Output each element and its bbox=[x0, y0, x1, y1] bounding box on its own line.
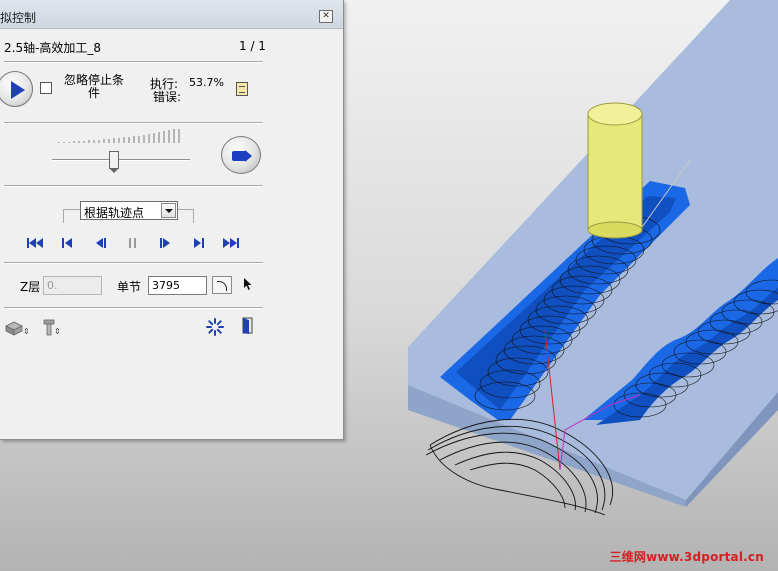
simulation-control-panel: 拟控制 ✕ 2.5轴-高效加工_8 1 / 1 忽略停止条件 执行: 53.7%… bbox=[0, 0, 344, 440]
step-field[interactable]: 3795 bbox=[148, 276, 207, 295]
exit-door-icon[interactable] bbox=[240, 317, 256, 335]
step-forward-icon bbox=[194, 238, 204, 248]
forward-play-icon bbox=[160, 238, 170, 248]
cursor-arrow-icon[interactable] bbox=[243, 277, 253, 291]
video-camera-icon bbox=[232, 151, 246, 161]
speed-slider-thumb[interactable] bbox=[109, 151, 120, 173]
step-forward-button[interactable] bbox=[190, 235, 208, 251]
speed-slider-track[interactable] bbox=[52, 159, 190, 161]
watermark: 三维网www.3dportal.cn bbox=[609, 550, 764, 564]
reverse-play-icon bbox=[96, 238, 106, 248]
svg-text:⇕: ⇕ bbox=[54, 327, 61, 336]
go-end-icon bbox=[223, 238, 239, 248]
chevron-down-icon[interactable] bbox=[161, 203, 176, 218]
pause-button[interactable] bbox=[124, 235, 142, 251]
z-layer-label: Z层 bbox=[20, 280, 41, 294]
loading-spinner-icon[interactable] bbox=[205, 317, 225, 337]
page-indicator: 1 / 1 bbox=[239, 39, 266, 53]
panel-title: 拟控制 bbox=[0, 11, 37, 25]
go-end-button[interactable] bbox=[222, 235, 240, 251]
playback-controls bbox=[26, 235, 246, 251]
error-label: 错误: bbox=[153, 90, 182, 104]
cutting-tool bbox=[587, 102, 643, 239]
divider bbox=[4, 262, 263, 264]
report-icon[interactable] bbox=[236, 82, 248, 96]
mode-select-value: 根据轨迹点 bbox=[84, 206, 145, 220]
divider bbox=[4, 122, 263, 124]
forward-play-button[interactable] bbox=[157, 235, 175, 251]
ignore-stop-checkbox[interactable] bbox=[40, 82, 52, 94]
job-name: 2.5轴-高效加工_8 bbox=[4, 41, 102, 55]
reverse-play-button[interactable] bbox=[91, 235, 109, 251]
play-icon bbox=[11, 81, 25, 99]
ignore-stop-label: 忽略停止条件 bbox=[63, 73, 124, 100]
divider bbox=[4, 307, 263, 309]
record-video-button[interactable] bbox=[221, 136, 261, 174]
tool-swap-icon[interactable]: ⇕ bbox=[42, 319, 64, 337]
divider bbox=[4, 61, 263, 63]
pause-icon bbox=[129, 238, 136, 248]
svg-text:⇕: ⇕ bbox=[23, 327, 30, 336]
speed-scale bbox=[58, 129, 180, 143]
step-mode-button[interactable] bbox=[212, 276, 232, 294]
panel-titlebar[interactable]: 拟控制 ✕ bbox=[0, 0, 343, 29]
mode-select[interactable]: 根据轨迹点 bbox=[80, 201, 178, 220]
execute-value: 53.7% bbox=[189, 76, 224, 89]
divider bbox=[4, 185, 263, 187]
stock-swap-icon[interactable]: ⇕ bbox=[4, 320, 30, 336]
step-back-button[interactable] bbox=[58, 235, 76, 251]
go-start-button[interactable] bbox=[26, 235, 44, 251]
play-button[interactable] bbox=[0, 71, 33, 107]
close-button[interactable]: ✕ bbox=[319, 10, 333, 23]
z-layer-field: 0. bbox=[43, 276, 102, 295]
step-back-icon bbox=[62, 238, 72, 248]
go-start-icon bbox=[27, 238, 43, 248]
step-label: 单节 bbox=[117, 280, 142, 294]
